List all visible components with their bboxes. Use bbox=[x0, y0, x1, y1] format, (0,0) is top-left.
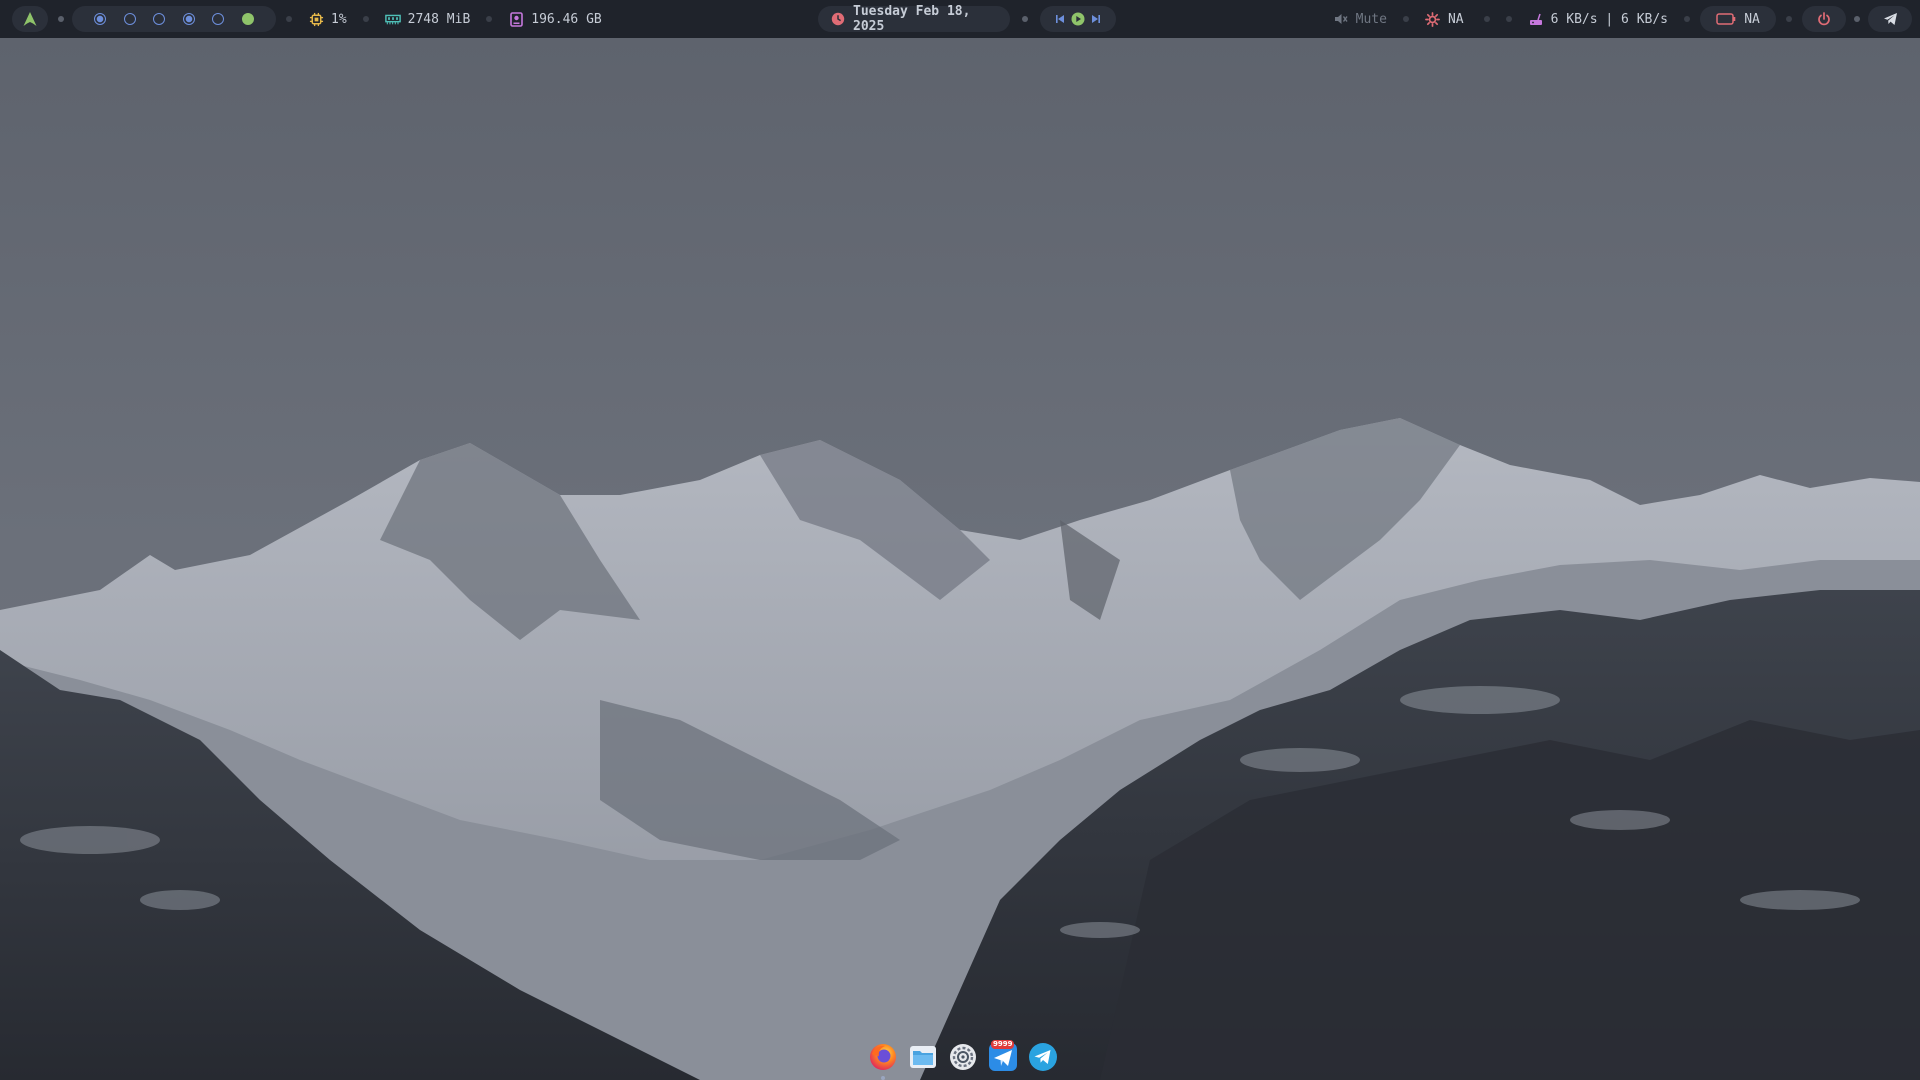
telegram-icon bbox=[1882, 11, 1898, 27]
settings-icon bbox=[948, 1042, 978, 1076]
workspace-6-icon[interactable] bbox=[241, 13, 254, 25]
workspace-3-icon[interactable] bbox=[153, 13, 166, 25]
workspace-4-icon[interactable] bbox=[182, 13, 195, 25]
separator-dot bbox=[362, 16, 369, 22]
application-dock: 9999 bbox=[863, 1038, 1063, 1080]
arch-logo-icon bbox=[22, 11, 38, 27]
folder-icon bbox=[908, 1042, 938, 1076]
volume-indicator[interactable]: Mute bbox=[1327, 6, 1393, 32]
separator-dot bbox=[58, 16, 64, 22]
network-icon bbox=[1528, 11, 1544, 27]
separator-dot bbox=[1684, 16, 1691, 22]
brightness-value: NA bbox=[1447, 11, 1464, 27]
separator-dot bbox=[1483, 16, 1490, 22]
tray-telegram-button[interactable] bbox=[1868, 6, 1913, 32]
separator-dot bbox=[1402, 16, 1409, 22]
separator-dot bbox=[1854, 16, 1861, 22]
dock-item-mail[interactable]: 9999 bbox=[987, 1040, 1019, 1075]
desktop-wallpaper bbox=[0, 0, 1920, 1080]
disk-usage-value: 196.46 GB bbox=[531, 11, 602, 27]
dock-item-settings[interactable] bbox=[947, 1043, 979, 1075]
telegram-icon bbox=[1028, 1042, 1058, 1076]
workspace-5-icon[interactable] bbox=[212, 13, 225, 25]
ram-icon bbox=[384, 11, 401, 27]
workspace-2-icon[interactable] bbox=[123, 13, 136, 25]
dock-item-files[interactable] bbox=[907, 1043, 939, 1075]
workspace-switcher bbox=[72, 6, 276, 32]
power-button[interactable] bbox=[1802, 6, 1847, 32]
brightness-indicator[interactable]: NA bbox=[1419, 6, 1470, 32]
cpu-chip-icon bbox=[308, 11, 324, 27]
clock-widget[interactable]: Tuesday Feb 18, 2025 bbox=[818, 4, 1011, 34]
memory-usage[interactable]: 2748 MiB bbox=[379, 6, 477, 32]
power-icon bbox=[1816, 11, 1832, 27]
unread-badge: 9999 bbox=[991, 1040, 1015, 1049]
dock-item-firefox[interactable] bbox=[867, 1042, 899, 1080]
volume-value: Mute bbox=[1355, 11, 1387, 27]
skip-next-icon[interactable] bbox=[1088, 11, 1104, 27]
cpu-usage[interactable]: 1% bbox=[302, 6, 353, 32]
media-controls bbox=[1040, 6, 1117, 32]
clock-icon bbox=[830, 11, 845, 27]
cpu-usage-value: 1% bbox=[331, 11, 347, 27]
separator-dot bbox=[486, 16, 493, 22]
workspace-1-icon[interactable] bbox=[94, 13, 106, 25]
firefox-icon bbox=[868, 1042, 898, 1076]
battery-value: NA bbox=[1744, 11, 1760, 27]
separator-dot bbox=[1022, 16, 1029, 22]
memory-usage-value: 2748 MiB bbox=[407, 11, 471, 27]
disk-icon bbox=[508, 11, 524, 27]
app-launcher-button[interactable] bbox=[12, 6, 48, 32]
skip-previous-icon[interactable] bbox=[1052, 11, 1068, 27]
brightness-icon bbox=[1425, 11, 1441, 27]
network-speed[interactable]: 6 KB/s | 6 KB/s bbox=[1522, 6, 1674, 32]
battery-indicator[interactable]: NA bbox=[1700, 6, 1777, 32]
separator-dot bbox=[1786, 16, 1793, 22]
top-status-bar: 1% 2748 MiB 196.46 GB Tuesday Feb 18, 20… bbox=[0, 0, 1920, 38]
speaker-muted-icon bbox=[1333, 11, 1349, 27]
separator-dot bbox=[286, 16, 292, 22]
disk-usage[interactable]: 196.46 GB bbox=[502, 6, 607, 32]
battery-icon bbox=[1716, 11, 1736, 27]
clock-date-text: Tuesday Feb 18, 2025 bbox=[853, 4, 971, 34]
active-indicator bbox=[881, 1076, 885, 1080]
play-icon[interactable] bbox=[1070, 11, 1086, 27]
network-speed-value: 6 KB/s | 6 KB/s bbox=[1550, 11, 1669, 27]
dock-item-telegram[interactable] bbox=[1027, 1043, 1059, 1075]
separator-dot bbox=[1505, 16, 1512, 22]
